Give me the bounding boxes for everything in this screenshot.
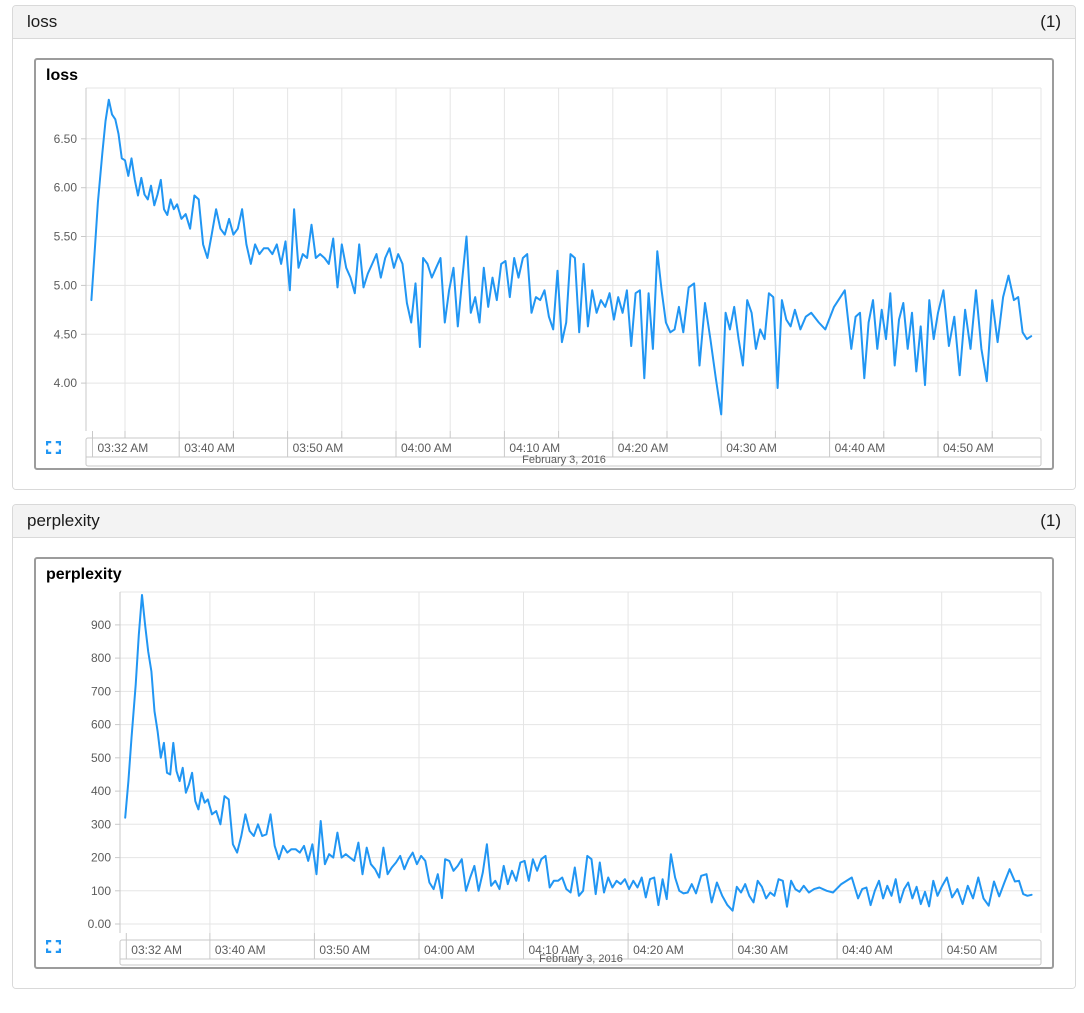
- chart-title: loss: [46, 67, 79, 84]
- svg-text:04:30 AM: 04:30 AM: [726, 441, 777, 455]
- loss-line-chart[interactable]: 6.50 6.00 5.50 5.00 4.50 4.00 03:32 AM 03:40 AM…: [36, 60, 1052, 468]
- svg-text:6.50: 6.50: [54, 132, 78, 146]
- svg-text:4.00: 4.00: [54, 376, 78, 390]
- svg-text:800: 800: [91, 651, 111, 665]
- svg-text:6.00: 6.00: [54, 181, 78, 195]
- chart-card-loss: 6.50 6.00 5.50 5.00 4.50 4.00 03:32 AM 03:40 AM…: [34, 58, 1054, 470]
- perplexity-line-chart[interactable]: 900 800 700 600 500 400 300 200 100 0.00 03:32 AM 0…: [36, 559, 1052, 967]
- group-header-loss[interactable]: loss (1): [13, 6, 1075, 39]
- group-body: 900 800 700 600 500 400 300 200 100 0.00 03:32 AM 0…: [13, 538, 1075, 988]
- svg-text:04:00 AM: 04:00 AM: [424, 943, 475, 957]
- svg-text:03:50 AM: 03:50 AM: [293, 441, 344, 455]
- svg-text:200: 200: [91, 851, 111, 865]
- svg-text:February 3, 2016: February 3, 2016: [539, 953, 623, 965]
- expand-icon[interactable]: [46, 940, 61, 953]
- svg-text:03:40 AM: 03:40 AM: [215, 943, 266, 957]
- svg-text:03:50 AM: 03:50 AM: [319, 943, 370, 957]
- svg-text:400: 400: [91, 784, 111, 798]
- group-title: perplexity: [27, 511, 100, 530]
- svg-text:500: 500: [91, 751, 111, 765]
- svg-text:900: 900: [91, 618, 111, 632]
- scalar-group-loss: loss (1) 6.50 6.00 5.50 5.00 4.50 4.00 03:32 A…: [12, 5, 1076, 490]
- svg-text:300: 300: [91, 817, 111, 831]
- svg-text:5.00: 5.00: [54, 278, 78, 292]
- svg-text:04:50 AM: 04:50 AM: [943, 441, 994, 455]
- svg-text:04:10 AM: 04:10 AM: [509, 441, 560, 455]
- expand-icon[interactable]: [46, 441, 61, 454]
- svg-text:04:50 AM: 04:50 AM: [947, 943, 998, 957]
- group-title: loss: [27, 12, 58, 31]
- svg-text:04:30 AM: 04:30 AM: [738, 943, 789, 957]
- svg-text:600: 600: [91, 718, 111, 732]
- svg-text:04:00 AM: 04:00 AM: [401, 441, 452, 455]
- group-count-badge: (1): [1040, 12, 1061, 31]
- svg-text:04:40 AM: 04:40 AM: [835, 441, 886, 455]
- svg-text:4.50: 4.50: [54, 327, 78, 341]
- svg-text:04:40 AM: 04:40 AM: [842, 943, 893, 957]
- group-count-badge: (1): [1040, 511, 1061, 530]
- svg-text:100: 100: [91, 884, 111, 898]
- svg-text:03:40 AM: 03:40 AM: [184, 441, 235, 455]
- group-body: 6.50 6.00 5.50 5.00 4.50 4.00 03:32 AM 03:40 AM…: [13, 39, 1075, 489]
- svg-text:5.50: 5.50: [54, 230, 78, 244]
- chart-title: perplexity: [46, 566, 122, 583]
- svg-text:04:20 AM: 04:20 AM: [633, 943, 684, 957]
- svg-text:03:32 AM: 03:32 AM: [98, 441, 149, 455]
- group-header-perplexity[interactable]: perplexity (1): [13, 505, 1075, 538]
- svg-text:04:20 AM: 04:20 AM: [618, 441, 669, 455]
- chart-card-perplexity: 900 800 700 600 500 400 300 200 100 0.00 03:32 AM 0…: [34, 557, 1054, 969]
- scalar-group-perplexity: perplexity (1) 900 800 700 600 500 400 300 200 1…: [12, 504, 1076, 989]
- svg-text:700: 700: [91, 684, 111, 698]
- svg-text:03:32 AM: 03:32 AM: [131, 943, 182, 957]
- svg-text:0.00: 0.00: [88, 917, 112, 931]
- svg-text:February 3, 2016: February 3, 2016: [522, 454, 606, 466]
